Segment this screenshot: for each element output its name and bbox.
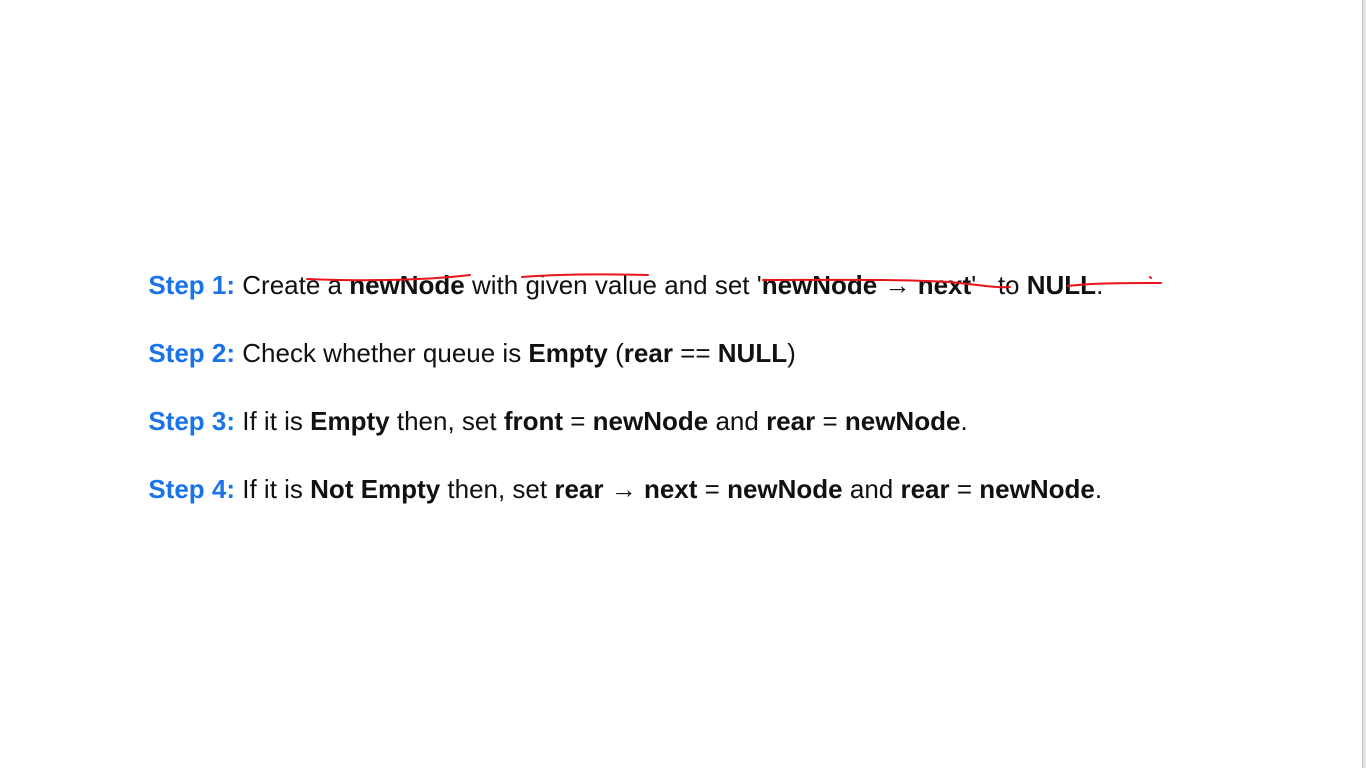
step-keyword: NULL: [717, 338, 788, 368]
step-text: Check whether queue is: [235, 338, 529, 368]
step-2: Step 2: Check whether queue is Empty (re…: [105, 302, 1103, 368]
step-text: (: [607, 338, 624, 368]
step-text: and: [842, 474, 901, 504]
step-keyword: newNode: [727, 474, 843, 504]
step-text: ): [787, 338, 796, 368]
slide: Step 1: Create a newNode with given valu…: [0, 0, 1366, 768]
step-keyword: NULL: [1026, 270, 1097, 300]
step-keyword: Empty: [310, 406, 390, 436]
step-keyword: newNode: [979, 474, 1095, 504]
step-keyword: newNode: [844, 406, 961, 436]
step-text: ' to: [971, 270, 1027, 300]
step-text: .: [960, 406, 968, 436]
step-text: ==: [672, 338, 718, 368]
step-text: then, set: [440, 474, 555, 504]
step-4: Step 4: If it is Not Empty then, set rea…: [105, 438, 1103, 504]
step-keyword: Empty: [528, 338, 608, 368]
pen-dot: [1149, 276, 1152, 279]
step-keyword: front: [503, 406, 564, 436]
step-keyword: newNode: [592, 406, 709, 436]
step-text: =: [815, 406, 845, 436]
step-text: =: [949, 474, 980, 504]
step-text: Create a: [235, 270, 350, 300]
step-text: .: [1094, 474, 1103, 504]
step-keyword: rear: [900, 474, 950, 504]
step-keyword: newNode → next: [761, 270, 972, 300]
step-text: with given value and set ': [464, 270, 762, 300]
step-keyword: Not Empty: [310, 474, 441, 504]
scrollbar-edge: [1362, 0, 1366, 768]
step-keyword: rear → next: [554, 474, 698, 504]
step-text: =: [697, 474, 728, 504]
step-label: Step 2:: [148, 338, 236, 368]
step-keyword: newNode: [349, 270, 465, 300]
step-keyword: rear: [623, 338, 673, 368]
step-text: then, set: [389, 406, 504, 436]
step-label: Step 3:: [148, 406, 236, 436]
step-label: Step 1:: [148, 270, 236, 300]
step-text: If it is: [235, 474, 311, 504]
step-text: and: [708, 406, 767, 436]
step-text: If it is: [235, 406, 311, 436]
step-keyword: rear: [766, 406, 816, 436]
step-text: =: [563, 406, 593, 436]
step-1: Step 1: Create a newNode with given valu…: [105, 234, 1103, 300]
step-label: Step 4:: [148, 474, 236, 504]
steps-list: Step 1: Create a newNode with given valu…: [105, 234, 1103, 506]
step-3: Step 3: If it is Empty then, set front =…: [105, 370, 1103, 436]
step-text: .: [1096, 270, 1104, 300]
